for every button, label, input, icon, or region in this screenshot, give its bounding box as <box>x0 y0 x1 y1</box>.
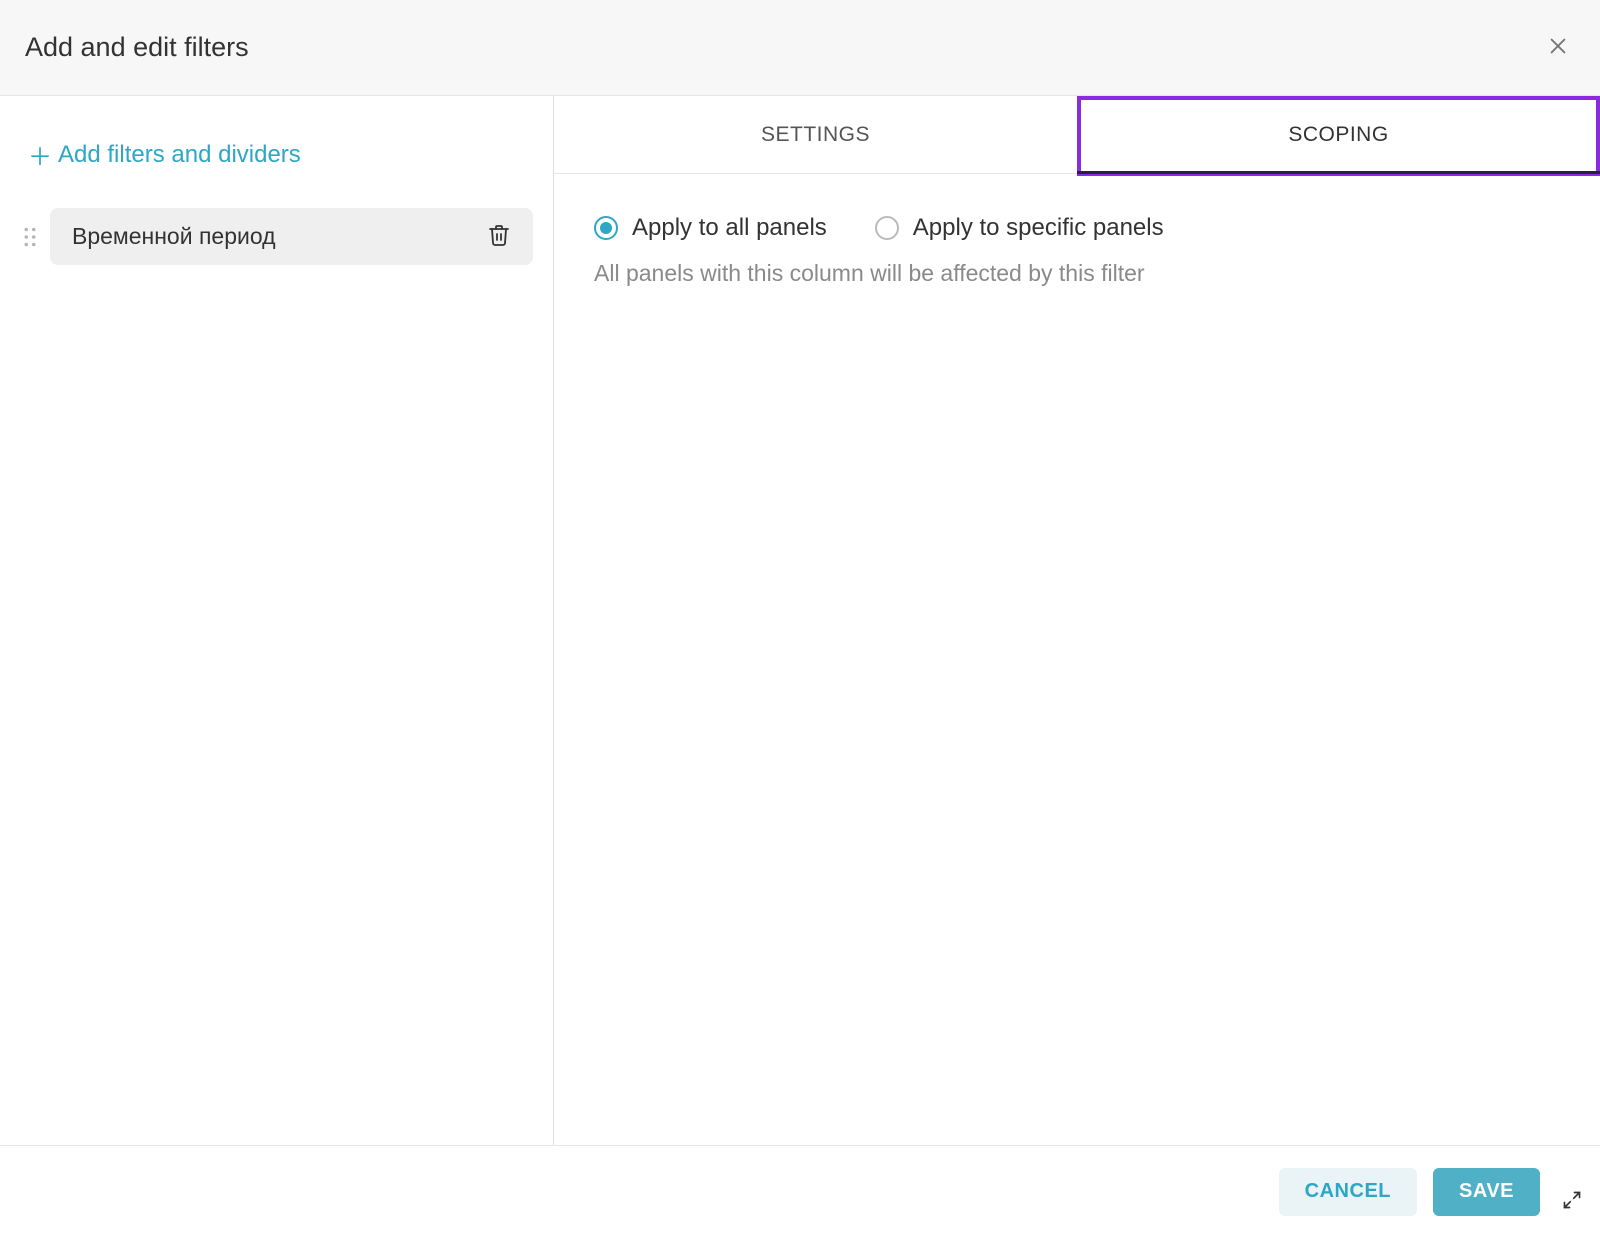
delete-filter-button[interactable] <box>487 223 511 250</box>
tabs: SETTINGS SCOPING <box>554 96 1600 174</box>
radio-checked-icon <box>594 216 618 240</box>
dialog-footer: CANCEL SAVE <box>0 1145 1600 1237</box>
radio-apply-all[interactable]: Apply to all panels <box>594 214 827 242</box>
tab-scoping-label: SCOPING <box>1288 123 1388 147</box>
radio-apply-specific-label: Apply to specific panels <box>913 214 1164 242</box>
add-filters-button[interactable]: ＋ Add filters and dividers <box>20 131 309 178</box>
scoping-panel: Apply to all panels Apply to specific pa… <box>554 174 1600 327</box>
cancel-button[interactable]: CANCEL <box>1279 1168 1417 1216</box>
dialog-title: Add and edit filters <box>25 32 249 63</box>
tab-settings[interactable]: SETTINGS <box>554 96 1077 173</box>
add-filters-label: Add filters and dividers <box>58 141 301 169</box>
radio-unchecked-icon <box>875 216 899 240</box>
filter-chip-label: Временной период <box>72 223 276 250</box>
filter-chip[interactable]: Временной период <box>50 208 533 265</box>
filters-sidebar: ＋ Add filters and dividers Временной пер… <box>0 96 554 1145</box>
dialog-header: Add and edit filters <box>0 0 1600 96</box>
radio-apply-specific[interactable]: Apply to specific panels <box>875 214 1164 242</box>
trash-icon <box>487 223 511 250</box>
close-icon <box>1547 35 1569 60</box>
tab-scoping[interactable]: SCOPING <box>1077 96 1600 173</box>
scoping-radio-group: Apply to all panels Apply to specific pa… <box>594 214 1560 242</box>
plus-icon: ＋ <box>28 137 52 172</box>
close-button[interactable] <box>1541 29 1575 66</box>
expand-button[interactable] <box>1562 1190 1582 1213</box>
main-panel: SETTINGS SCOPING Apply to all panels App… <box>554 96 1600 1145</box>
expand-icon <box>1562 1190 1582 1213</box>
tab-settings-label: SETTINGS <box>761 123 870 147</box>
scoping-help-text: All panels with this column will be affe… <box>594 260 1560 287</box>
save-button[interactable]: SAVE <box>1433 1168 1540 1216</box>
radio-apply-all-label: Apply to all panels <box>632 214 827 242</box>
drag-handle-icon[interactable] <box>20 227 40 247</box>
filter-row: Временной период <box>20 208 533 265</box>
